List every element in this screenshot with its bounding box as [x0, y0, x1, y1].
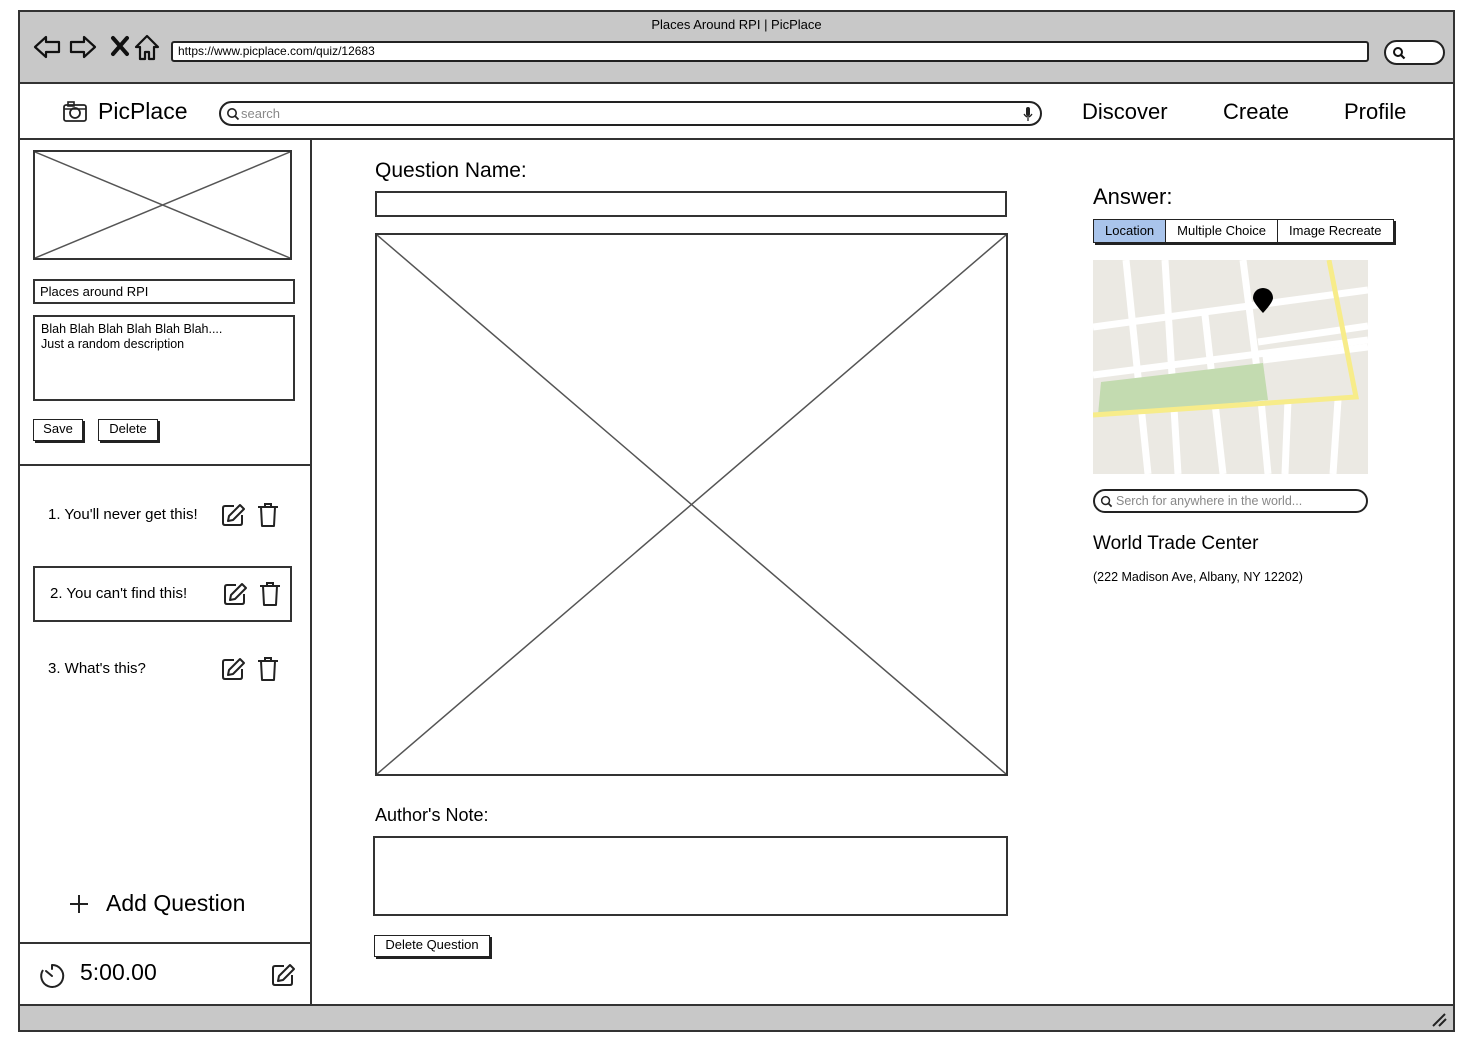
edit-icon[interactable] [220, 502, 246, 532]
timer-value: 5:00.00 [80, 959, 157, 985]
answer-type-tabs: Location Multiple Choice Image Recreate [1093, 219, 1394, 243]
tab-location[interactable]: Location [1094, 220, 1167, 242]
search-icon [1100, 495, 1113, 508]
add-question-label: Add Question [106, 890, 246, 916]
selected-place-name: World Trade Center [1093, 533, 1259, 554]
search-icon [1393, 47, 1406, 60]
back-icon[interactable] [32, 32, 62, 62]
authors-note-input[interactable] [373, 836, 1008, 916]
tab-multiple-choice[interactable]: Multiple Choice [1166, 220, 1279, 242]
app-logo[interactable]: PicPlace [62, 98, 187, 125]
question-label: 3. What's this? [48, 660, 146, 677]
forward-icon[interactable] [68, 32, 98, 62]
delete-quiz-button[interactable]: Delete [98, 419, 158, 441]
map-search-placeholder: Serch for anywhere in the world... [1116, 494, 1303, 508]
quiz-thumbnail-placeholder[interactable] [33, 150, 292, 260]
nav-profile[interactable]: Profile [1344, 99, 1406, 125]
quiz-title-input[interactable]: Places around RPI [33, 279, 295, 304]
selected-place-address: (222 Madison Ave, Albany, NY 12202) [1093, 570, 1303, 584]
delete-question-button[interactable]: Delete Question [374, 935, 490, 957]
browser-statusbar [20, 1004, 1453, 1030]
resize-grip-icon[interactable] [1431, 1013, 1447, 1027]
app-name: PicPlace [98, 98, 188, 124]
authors-note-label: Author's Note: [375, 805, 489, 825]
browser-search-field[interactable] [1384, 40, 1445, 65]
edit-icon[interactable] [220, 656, 246, 686]
nav-discover[interactable]: Discover [1082, 99, 1168, 125]
trash-icon[interactable] [257, 502, 279, 532]
search-icon [227, 108, 240, 121]
question-label: 1. You'll never get this! [48, 506, 198, 523]
app-search-placeholder: search [241, 106, 281, 121]
browser-titlebar: Places Around RPI | PicPlace https://www… [20, 12, 1453, 84]
camera-icon [63, 100, 87, 122]
trash-icon[interactable] [259, 581, 281, 611]
edit-icon[interactable] [222, 581, 248, 611]
app-search-input[interactable]: search [219, 101, 1042, 126]
quiz-description-input[interactable]: Blah Blah Blah Blah Blah Blah.... Just a… [33, 315, 295, 401]
question-editor: Question Name: Author's Note: Delete Que… [312, 140, 1453, 1006]
location-map[interactable] [1093, 260, 1368, 474]
tab-image-recreate[interactable]: Image Recreate [1278, 220, 1393, 242]
question-image-placeholder[interactable] [375, 233, 1008, 776]
microphone-icon[interactable] [1023, 106, 1033, 122]
save-button[interactable]: Save [33, 419, 83, 441]
answer-label: Answer: [1093, 184, 1173, 209]
window-title: Places Around RPI | PicPlace [651, 17, 822, 32]
sidebar-divider [20, 464, 310, 466]
question-name-label: Question Name: [375, 159, 527, 182]
map-search-input[interactable]: Serch for anywhere in the world... [1093, 489, 1368, 513]
quiz-sidebar: Places around RPI Blah Blah Blah Blah Bl… [20, 140, 312, 1006]
home-icon[interactable] [132, 32, 162, 62]
question-label: 2. You can't find this! [50, 585, 188, 602]
question-list-item[interactable]: 3. What's this? [33, 643, 292, 699]
question-list-item[interactable]: 1. You'll never get this! [33, 489, 292, 545]
url-bar[interactable]: https://www.picplace.com/quiz/12683 [171, 41, 1369, 62]
quiz-timer: 5:00.00 [38, 958, 298, 998]
timer-icon [38, 962, 66, 995]
browser-window: Places Around RPI | PicPlace https://www… [18, 10, 1455, 1032]
edit-timer-icon[interactable] [270, 962, 296, 993]
trash-icon[interactable] [257, 656, 279, 686]
sidebar-divider [20, 942, 310, 944]
add-question-button[interactable]: Add Question [68, 890, 245, 917]
app-header: PicPlace search Discover Create Profile [20, 84, 1453, 140]
question-list-item-selected[interactable]: 2. You can't find this! [33, 566, 292, 622]
question-name-input[interactable] [375, 191, 1007, 217]
nav-create[interactable]: Create [1223, 99, 1289, 125]
plus-icon [70, 894, 88, 913]
